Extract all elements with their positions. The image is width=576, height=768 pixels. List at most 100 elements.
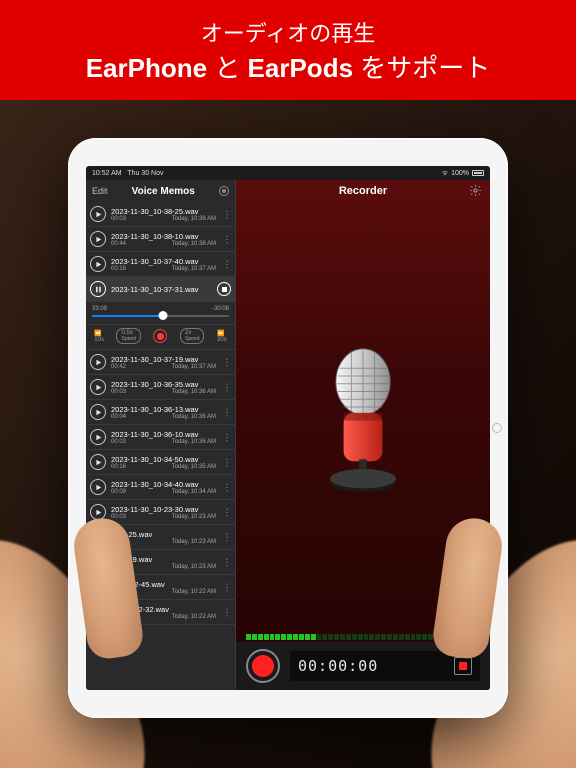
- promo-line2: EarPhone と EarPods をサポート: [86, 48, 491, 85]
- play-icon[interactable]: [90, 379, 106, 395]
- more-icon[interactable]: ⋯: [224, 532, 228, 542]
- memo-duration: 00:03: [111, 439, 126, 445]
- memo-when: Today, 10:22 AM: [172, 614, 216, 620]
- memo-when: Today, 10:23 AM: [172, 539, 216, 545]
- memo-row[interactable]: 2023-11-30_10-36-13.wav 00:04 Today, 10:3…: [86, 400, 235, 425]
- left-title: Voice Memos: [132, 186, 195, 197]
- home-button[interactable]: [492, 423, 502, 433]
- play-icon[interactable]: [90, 404, 106, 420]
- memo-duration: 00:09: [111, 489, 126, 495]
- record-shortcut-icon[interactable]: [219, 186, 229, 196]
- memo-row[interactable]: 2023-11-30_10-38-10.wav 00:44 Today, 10:3…: [86, 227, 235, 252]
- skip-fwd-icon[interactable]: ⏩30s: [217, 330, 227, 343]
- speed-slow-button[interactable]: 0.5xSpeed: [116, 328, 140, 344]
- promo-line1: オーディオの再生: [201, 16, 375, 48]
- play-icon[interactable]: [90, 206, 106, 222]
- memo-duration: 00:03: [111, 514, 126, 520]
- memo-filename: 2023-11-30_10-37-40.wav: [111, 257, 216, 266]
- play-icon[interactable]: [90, 429, 106, 445]
- pause-icon[interactable]: [90, 281, 106, 297]
- more-icon[interactable]: ⋯: [224, 482, 228, 492]
- more-icon[interactable]: ⋯: [224, 357, 228, 367]
- more-icon[interactable]: ⋯: [224, 382, 228, 392]
- progress-knob[interactable]: [159, 311, 168, 320]
- battery-pct: 100%: [451, 170, 469, 177]
- memo-filename: 2023-11-30_10-38-25.wav: [111, 207, 216, 216]
- right-title: Recorder: [339, 185, 387, 197]
- screen: 10:52 AM Thu 30 Nov ᯤ 100% Edit Voice Me…: [86, 166, 490, 690]
- progress-bar[interactable]: [92, 314, 229, 318]
- recorder-timer: 00:00:00: [298, 657, 378, 675]
- play-icon[interactable]: [90, 454, 106, 470]
- memo-when: Today, 10:38 AM: [172, 241, 216, 247]
- more-icon[interactable]: ⋯: [224, 457, 228, 467]
- remaining-time: -30:08: [212, 306, 229, 312]
- battery-icon: [472, 170, 484, 176]
- memo-filename: 2023-11-30_10-37-31.wav: [111, 285, 212, 294]
- memo-duration: 00:04: [111, 414, 126, 420]
- memo-filename: 2023-11-30_10-36-13.wav: [111, 405, 216, 414]
- memo-duration: 00:42: [111, 364, 126, 370]
- play-icon[interactable]: [90, 231, 106, 247]
- memo-duration: 00:03: [111, 389, 126, 395]
- memo-when: Today, 10:36 AM: [172, 439, 216, 445]
- memo-filename: 2023-11-30_10-38-10.wav: [111, 232, 216, 241]
- more-icon[interactable]: ⋯: [224, 432, 228, 442]
- play-icon[interactable]: [90, 256, 106, 272]
- memo-duration: 00:16: [111, 266, 126, 272]
- memo-duration: 00:03: [111, 216, 126, 222]
- rerecord-button[interactable]: [153, 329, 167, 343]
- memo-row[interactable]: 2023-11-30_10-34-50.wav 00:16 Today, 10:3…: [86, 450, 235, 475]
- right-header: Recorder: [236, 180, 490, 202]
- memo-when: Today, 10:37 AM: [172, 266, 216, 272]
- scene: 10:52 AM Thu 30 Nov ᯤ 100% Edit Voice Me…: [0, 100, 576, 768]
- record-button[interactable]: [246, 649, 280, 683]
- memo-row[interactable]: 2023-11-30_10-37-19.wav 00:42 Today, 10:3…: [86, 350, 235, 375]
- memo-row[interactable]: 2023-11-30_10-34-40.wav 00:09Today, 10:3…: [86, 475, 235, 500]
- more-icon[interactable]: ⋯: [224, 557, 228, 567]
- more-icon[interactable]: ⋯: [224, 582, 228, 592]
- memo-row[interactable]: 2023-11-30_10-36-10.wav 00:03 Today, 10:3…: [86, 425, 235, 450]
- play-icon[interactable]: [90, 479, 106, 495]
- settings-icon[interactable]: [469, 184, 482, 197]
- memo-duration: 00:44: [111, 241, 126, 247]
- memo-filename: 2023-11-30_10-36-35.wav: [111, 380, 216, 389]
- wifi-icon: ᯤ: [442, 169, 448, 178]
- status-time: 10:52 AM: [92, 170, 122, 177]
- elapsed-time: 33:09: [92, 306, 107, 312]
- memo-when: Today, 10:22 AM: [172, 589, 216, 595]
- panes: Edit Voice Memos 2023-11-30_10-38-25.wav…: [86, 180, 490, 690]
- stop-icon[interactable]: [217, 282, 231, 296]
- more-icon[interactable]: ⋯: [224, 209, 228, 219]
- memo-when: Today, 10:37 AM: [172, 364, 216, 370]
- memo-filename: 2023-11-30_10-23-30.wav: [111, 505, 216, 514]
- more-icon[interactable]: ⋯: [224, 507, 228, 517]
- more-icon[interactable]: ⋯: [224, 407, 228, 417]
- stop-record-button[interactable]: [454, 657, 472, 675]
- playback-controls: ⏪10s 0.5xSpeed 2xSpeed ⏩30s: [86, 325, 235, 350]
- memo-row-playing[interactable]: 2023-11-30_10-37-31.wav: [86, 277, 235, 302]
- memo-filename: 2023-11-30_10-37-19.wav: [111, 355, 216, 364]
- status-bar: 10:52 AM Thu 30 Nov ᯤ 100%: [86, 166, 490, 180]
- memo-when: Today, 10:36 AM: [172, 414, 216, 420]
- memo-when: Today, 10:35 AM: [172, 464, 216, 470]
- memo-row[interactable]: 2023-11-30_10-38-25.wav 00:03 Today, 10:3…: [86, 202, 235, 227]
- left-header: Edit Voice Memos: [86, 180, 235, 202]
- play-icon[interactable]: [90, 354, 106, 370]
- memo-when: Today, 10:36 AM: [172, 389, 216, 395]
- playback-track: 33:09 -30:08: [86, 302, 235, 325]
- memo-filename: 2023-11-30_10-34-50.wav: [111, 455, 216, 464]
- speed-fast-button[interactable]: 2xSpeed: [180, 328, 204, 344]
- skip-back-icon[interactable]: ⏪10s: [94, 330, 104, 343]
- more-icon[interactable]: ⋯: [224, 607, 228, 617]
- memo-when: Today, 10:38 AM: [172, 216, 216, 222]
- memo-row[interactable]: 2023-11-30_10-37-40.wav 00:16 Today, 10:3…: [86, 252, 235, 277]
- memo-duration: 00:16: [111, 464, 126, 470]
- more-icon[interactable]: ⋯: [224, 259, 228, 269]
- more-icon[interactable]: ⋯: [224, 234, 228, 244]
- status-date: Thu 30 Nov: [127, 170, 163, 177]
- edit-button[interactable]: Edit: [92, 186, 108, 196]
- memo-row[interactable]: 2023-11-30_10-36-35.wav 00:03 Today, 10:3…: [86, 375, 235, 400]
- memo-when: Today, 10:23 AM: [172, 514, 216, 520]
- memo-filename: 2023-11-30_10-36-10.wav: [111, 430, 216, 439]
